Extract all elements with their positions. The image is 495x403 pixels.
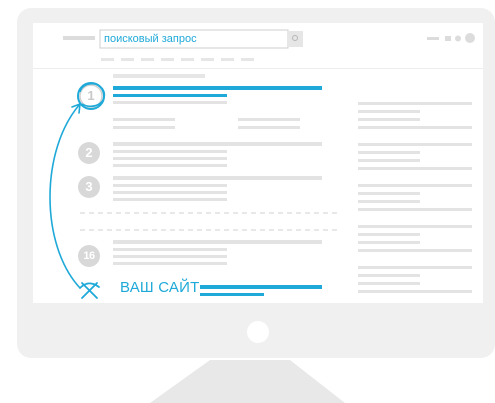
rank-number-1: 1 [87,88,95,103]
monitor-illustration: поисковый запрос 1 2 3 16 ВАШ САЙТ [0,0,495,403]
header-divider [33,68,483,69]
power-button-icon [247,321,269,343]
results-stats [113,74,205,78]
your-site-title-line [200,285,322,289]
your-site-label[interactable]: ВАШ САЙТ [120,277,199,299]
monitor-drawing [17,8,495,403]
logo-placeholder [63,36,95,40]
search-icon[interactable] [289,31,303,47]
rank-number-2: 2 [85,145,93,160]
search-query-text[interactable]: поисковый запрос [104,30,284,48]
rank-number-16: 16 [83,250,95,262]
result-url-line [113,94,227,97]
screen [33,23,483,303]
monitor-stand [150,360,345,403]
result-title-line [113,86,322,90]
rank-number-3: 3 [85,179,93,194]
your-site-url-line [200,293,264,296]
